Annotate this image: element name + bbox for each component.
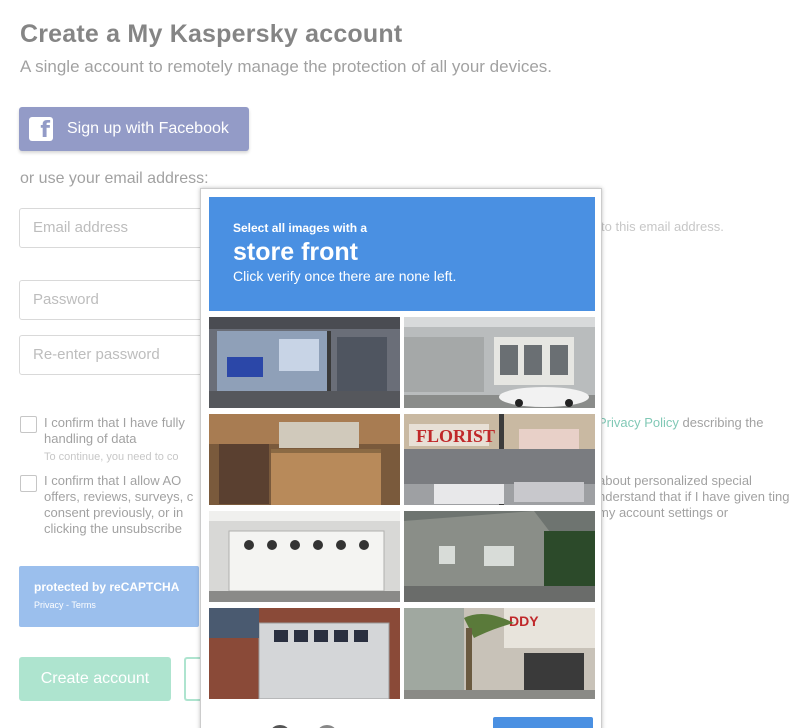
consent1-right: Privacy Policy describing the bbox=[598, 415, 793, 431]
image-tile-storefront-window[interactable] bbox=[209, 317, 400, 408]
image-tile-palm-shop[interactable]: DDY bbox=[404, 608, 595, 699]
password-field[interactable]: Password bbox=[19, 280, 219, 320]
recaptcha-badge: protected by reCAPTCHA Privacy - Terms bbox=[19, 566, 199, 627]
image-tile-garage-door[interactable] bbox=[209, 511, 400, 602]
privacy-policy-link[interactable]: Privacy Policy bbox=[598, 415, 679, 430]
challenge-prompt-target: store front bbox=[233, 238, 358, 266]
challenge-footer bbox=[201, 707, 601, 728]
consent2-text: I confirm that I allow AO offers, review… bbox=[44, 473, 193, 537]
consent2-line1: I confirm that I allow AO bbox=[44, 473, 182, 488]
page-title: Create a My Kaspersky account bbox=[20, 20, 403, 48]
image-tile-florist-shop[interactable]: FLORIST bbox=[404, 414, 595, 505]
verify-button[interactable] bbox=[493, 717, 593, 728]
marketing-checkbox[interactable] bbox=[20, 475, 37, 492]
reenter-password-field[interactable]: Re-enter password bbox=[19, 335, 219, 375]
image-tile-gray-house[interactable] bbox=[404, 511, 595, 602]
consent2-line2: offers, reviews, surveys, c bbox=[44, 489, 194, 504]
email-field[interactable]: Email address bbox=[19, 208, 219, 248]
or-email-label: or use your email address: bbox=[20, 170, 209, 187]
page-subtitle: A single account to remotely manage the … bbox=[20, 57, 553, 76]
svg-text:DDY: DDY bbox=[509, 613, 539, 629]
email-hint: to this email address. bbox=[601, 219, 724, 234]
consent-hint: To continue, you need to co bbox=[44, 451, 179, 463]
image-tile-white-building[interactable] bbox=[404, 317, 595, 408]
consent1-text: I confirm that I have fully handling of … bbox=[44, 415, 185, 447]
facebook-icon: f bbox=[29, 117, 53, 142]
image-tile-wooden-fence[interactable] bbox=[209, 414, 400, 505]
svg-text:FLORIST: FLORIST bbox=[416, 426, 495, 446]
challenge-image-grid: FLORIST DDY bbox=[209, 317, 595, 701]
facebook-signup-button[interactable]: f Sign up with Facebook bbox=[19, 107, 249, 151]
challenge-header: Select all images with a store front Cli… bbox=[209, 197, 595, 311]
consent2-line4: clicking the unsubscribe bbox=[44, 521, 183, 536]
facebook-button-label: Sign up with Facebook bbox=[67, 120, 229, 137]
recaptcha-badge-links[interactable]: Privacy - Terms bbox=[34, 600, 184, 610]
consent1-line1: I confirm that I have fully bbox=[44, 415, 185, 430]
create-account-button[interactable]: Create account bbox=[19, 657, 171, 701]
consent1-right-text: describing the bbox=[678, 415, 764, 430]
consent1-line2: handling of data bbox=[44, 431, 137, 446]
challenge-instruction: Click verify once there are none left. bbox=[233, 268, 457, 284]
privacy-checkbox[interactable] bbox=[20, 416, 37, 433]
recaptcha-challenge: Select all images with a store front Cli… bbox=[200, 188, 602, 728]
consent2-right: about personalized special nderstand tha… bbox=[598, 473, 790, 520]
image-tile-brick-garage[interactable] bbox=[209, 608, 400, 699]
consent2-line3: consent previously, or in bbox=[44, 505, 184, 520]
recaptcha-badge-title: protected by reCAPTCHA bbox=[34, 580, 180, 594]
challenge-prompt-small: Select all images with a bbox=[233, 221, 368, 235]
